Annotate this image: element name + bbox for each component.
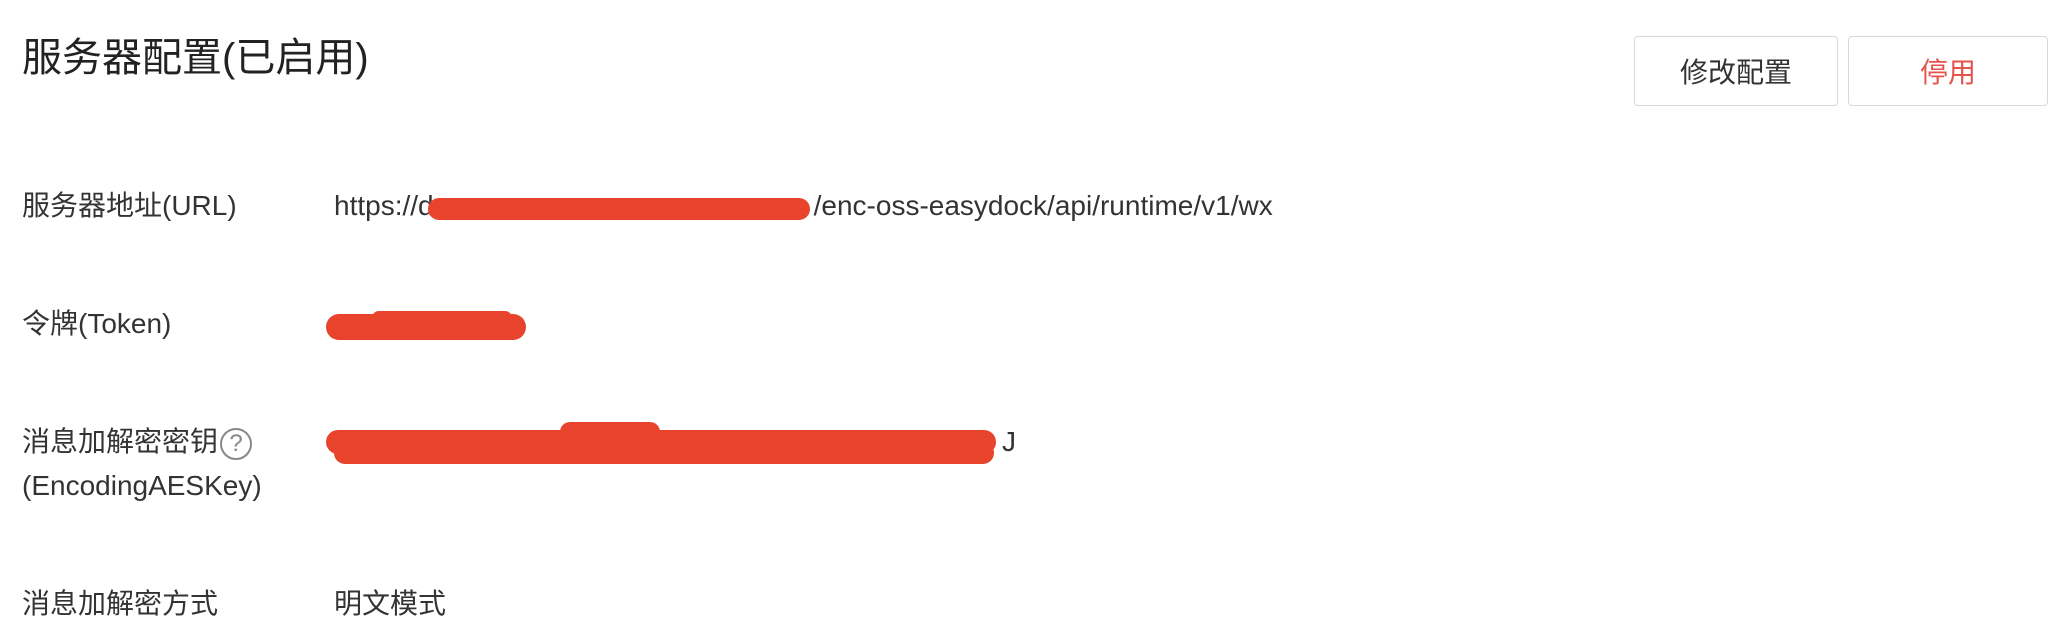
url-value-prefix: https://d — [334, 190, 434, 221]
mode-label: 消息加解密方式 — [22, 588, 219, 619]
page-title: 服务器配置(已启用) — [22, 36, 369, 80]
url-redaction-mark — [428, 198, 810, 220]
aes-key-label: 消息加解密密钥? (EncodingAESKey) — [22, 420, 262, 508]
aes-key-label-line1: 消息加解密密钥 — [22, 426, 219, 457]
mode-value: 明文模式 — [334, 588, 447, 619]
disable-button[interactable]: 停用 — [1848, 36, 2048, 106]
url-label: 服务器地址(URL) — [22, 190, 237, 221]
url-value-suffix: /enc-oss-easydock/api/runtime/v1/wx — [813, 190, 1273, 221]
aes-redaction-mark-2 — [334, 442, 994, 464]
aes-redaction-mark-3 — [560, 422, 660, 442]
token-redaction-mark-2 — [372, 311, 512, 325]
toolbar: 修改配置 停用 — [1634, 36, 2048, 106]
aes-key-visible-tail: J — [1002, 426, 1016, 457]
token-label: 令牌(Token) — [22, 308, 172, 339]
edit-config-button[interactable]: 修改配置 — [1634, 36, 1838, 106]
aes-key-label-line2: (EncodingAESKey) — [22, 470, 262, 501]
question-circle-icon[interactable]: ? — [220, 427, 253, 460]
